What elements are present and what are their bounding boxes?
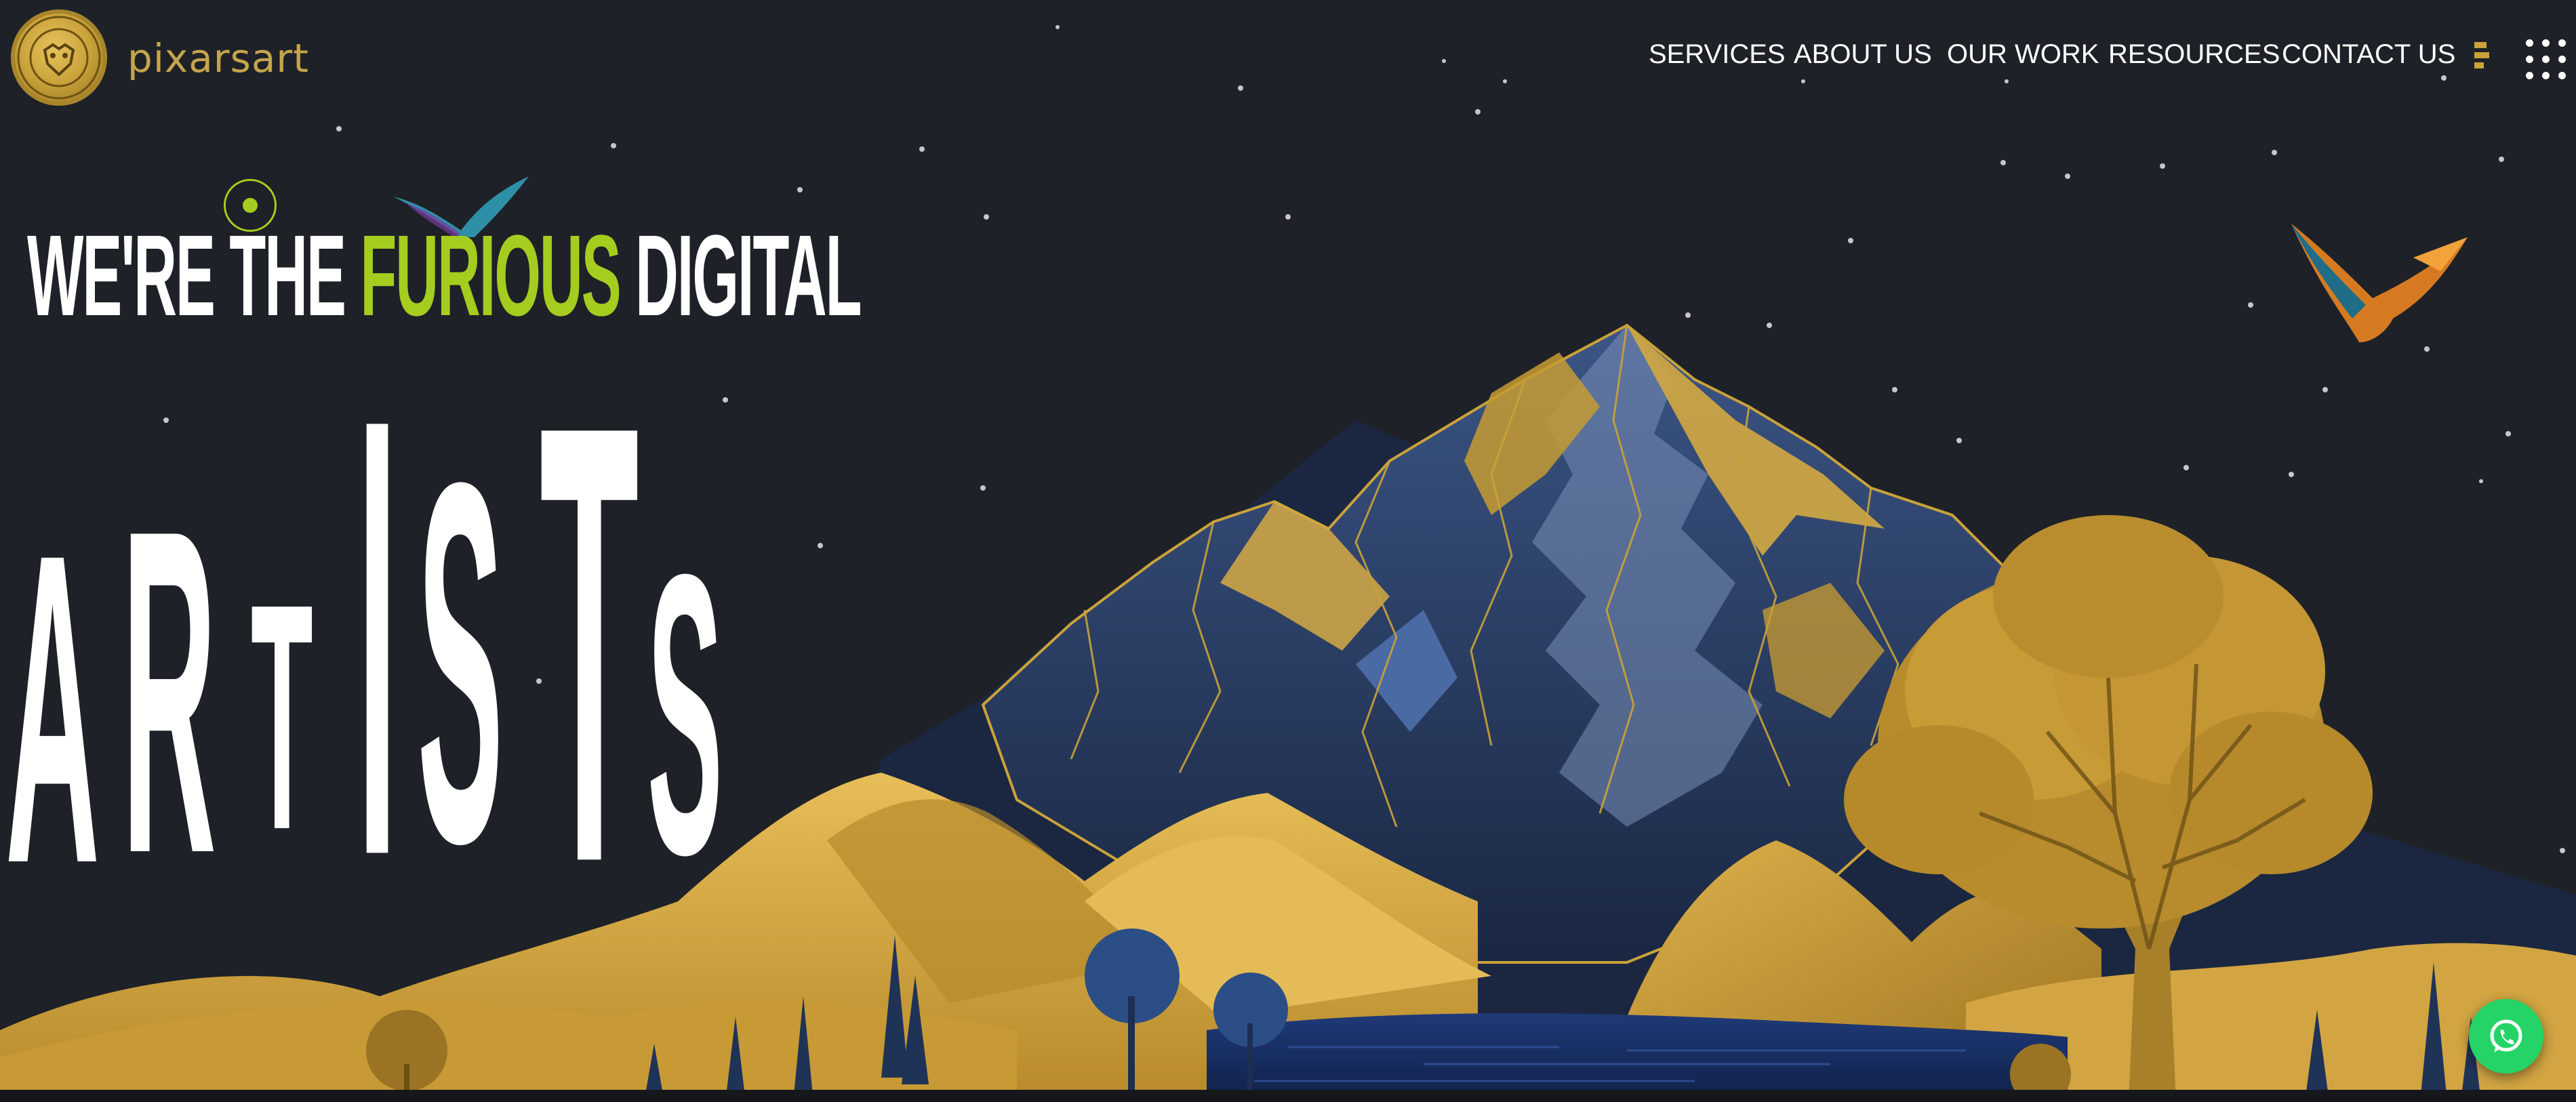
bottom-edge (0, 1090, 2576, 1102)
bird-right (2291, 224, 2468, 342)
headline-letter: A (5, 462, 100, 956)
tagline-suffix: DIGITAL (635, 211, 862, 340)
nav-contact-us[interactable]: CONTACT US (2282, 39, 2455, 70)
headline-letter: R (122, 433, 216, 950)
nav-services[interactable]: SERVICES (1649, 39, 1786, 70)
headline-letter: T (251, 536, 313, 897)
nav-about-us[interactable]: ABOUT US (1794, 39, 1932, 70)
hero-tagline: WE'RE THE FURIOUS DIGITAL (27, 218, 862, 333)
headline-letter: I (357, 288, 399, 985)
grid-menu-icon[interactable] (2526, 39, 2567, 80)
site-header: pixarsart SERVICES ABOUT US OUR WORK RES… (0, 0, 2576, 115)
whatsapp-button[interactable] (2469, 999, 2543, 1074)
lion-logo-icon[interactable] (11, 9, 107, 106)
whatsapp-icon (2490, 1019, 2522, 1053)
cursor-dot (243, 198, 258, 213)
tagline-prefix: WE'RE THE (27, 211, 346, 340)
headline-letter: S (647, 491, 723, 937)
nav-resources[interactable]: RESOURCES (2108, 39, 2280, 70)
brand-name[interactable]: pixarsart (127, 35, 309, 81)
headline-letter: S (418, 376, 504, 950)
hamburger-menu-icon[interactable] (2474, 42, 2489, 75)
nav-our-work[interactable]: OUR WORK (1947, 39, 2099, 70)
headline-letter: T (540, 295, 639, 992)
